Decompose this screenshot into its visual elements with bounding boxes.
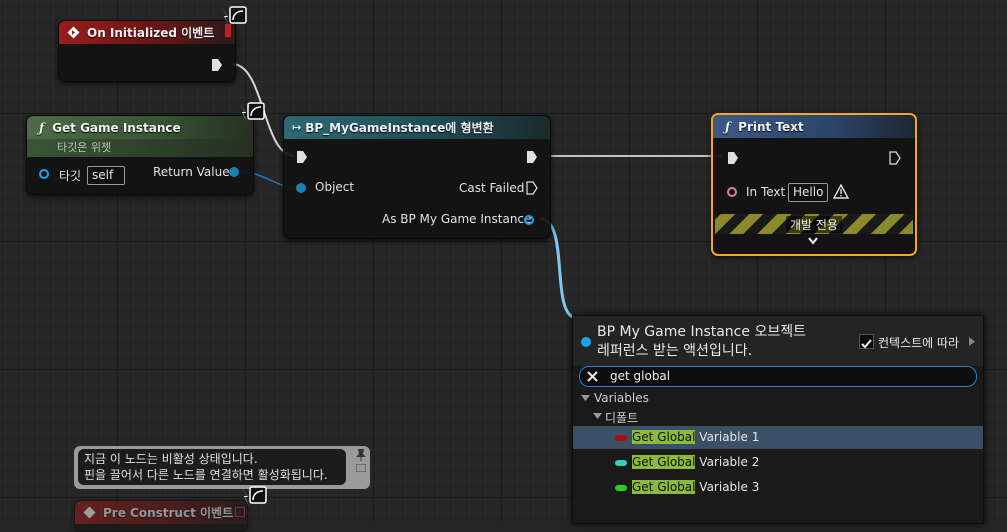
menu-title-line-2: 레퍼런스 받는 액션입니다. — [597, 343, 753, 359]
node-title: On Initialized 이벤트 — [87, 26, 215, 40]
in-text-field[interactable]: Hello — [788, 183, 828, 202]
arrow-right-icon[interactable] — [969, 337, 975, 346]
pre-construct-node[interactable]: Pre Construct 이벤트 — [74, 500, 248, 532]
cast-node[interactable]: ↦ BP_MyGameInstance에 형변환 Object Cast Fai… — [283, 115, 551, 239]
function-icon: ƒ — [725, 119, 731, 134]
comment-text: 지금 이 노드는 비활성 상태입니다. 핀을 끌어서 다른 노드를 연결하면 활… — [78, 449, 346, 485]
search-match-highlight: Get Global — [632, 430, 696, 444]
object-label: Object — [315, 180, 355, 194]
menu-title: BP My Game Instance 오브젝트 레퍼런스 받는 액션입니다. — [597, 323, 806, 361]
node-title: Get Game Instance — [52, 120, 181, 135]
target-label: 타깃 — [59, 169, 82, 183]
subcategory-label: 디폴트 — [605, 411, 639, 425]
exec-out-pin[interactable] — [211, 58, 223, 72]
expand-icon[interactable] — [356, 464, 366, 472]
get-game-instance-header[interactable]: ƒ Get Game Instance — [27, 116, 253, 139]
development-only-label: 개발 전용 — [786, 215, 842, 233]
cast-header[interactable]: ↦ BP_MyGameInstance에 형변환 — [284, 116, 550, 139]
search-box[interactable] — [579, 366, 977, 387]
context-sensitive-label[interactable]: 컨텍스트에 따라 — [878, 334, 959, 351]
return-value-label: Return Value — [153, 165, 230, 179]
menu-item-get-global-variable-2[interactable]: Get Global Variable 2 — [573, 451, 983, 474]
disabled-node-comment: 지금 이 노드는 비활성 상태입니다. 핀을 끌어서 다른 노드를 연결하면 활… — [74, 446, 370, 489]
variable-type-icon — [615, 460, 627, 466]
item-label: Variable 1 — [695, 430, 760, 444]
search-input[interactable] — [610, 368, 950, 384]
function-icon: ƒ — [39, 120, 45, 135]
exec-in-pin[interactable] — [296, 150, 308, 164]
client-server-icon — [220, 6, 248, 32]
clear-search-icon[interactable] — [586, 370, 599, 383]
exec-in-pin[interactable] — [727, 151, 739, 165]
node-subtitle: 타깃은 위젯 — [27, 139, 253, 157]
menu-item-get-global-variable-1[interactable]: Get Global Variable 1 — [573, 426, 983, 449]
print-text-node[interactable]: ƒ Print Text In Text Hello 개발 전용 — [711, 113, 917, 256]
node-title: Pre Construct 이벤트 — [103, 506, 234, 520]
as-label: As BP My Game Instance — [382, 212, 532, 226]
context-sensitive-checkbox[interactable] — [859, 334, 874, 349]
object-pin[interactable] — [296, 183, 306, 193]
pre-construct-header[interactable]: Pre Construct 이벤트 — [75, 501, 247, 524]
target-pin[interactable] — [39, 169, 49, 179]
target-self-field[interactable]: self — [87, 166, 125, 185]
on-initialized-header[interactable]: On Initialized 이벤트 — [59, 21, 235, 44]
print-text-header[interactable]: ƒ Print Text — [713, 115, 915, 138]
expanded-arrow-icon[interactable] — [581, 395, 590, 401]
action-context-menu[interactable]: BP My Game Instance 오브젝트 레퍼런스 받는 액션입니다. … — [572, 315, 984, 524]
item-label: Variable 2 — [695, 455, 760, 469]
client-server-icon — [238, 102, 266, 128]
checkmark-icon — [861, 339, 872, 349]
event-diamond-icon — [83, 506, 96, 522]
exec-out-pin[interactable] — [526, 150, 538, 164]
variable-type-icon — [615, 485, 627, 491]
node-title: Print Text — [738, 119, 804, 134]
cast-failed-exec-pin[interactable] — [526, 181, 538, 195]
get-game-instance-node[interactable]: ƒ Get Game Instance 타깃은 위젯 타깃 self Retur… — [26, 115, 254, 195]
object-reference-icon — [581, 337, 591, 347]
event-diamond-icon — [67, 26, 80, 42]
warning-icon — [833, 184, 849, 199]
client-server-icon — [240, 486, 268, 512]
cast-failed-label: Cast Failed — [459, 181, 525, 195]
comment-line-2: 핀을 끌어서 다른 노드를 연결하면 활성화됩니다. — [84, 468, 328, 482]
return-value-pin[interactable] — [229, 167, 239, 177]
search-match-highlight: Get Global — [632, 455, 696, 469]
menu-header: BP My Game Instance 오브젝트 레퍼런스 받는 액션입니다. … — [573, 316, 983, 366]
pin-icon[interactable] — [354, 448, 368, 462]
menu-title-line-1: BP My Game Instance 오브젝트 — [597, 324, 806, 340]
node-title: BP_MyGameInstance에 형변환 — [305, 121, 494, 135]
item-label: Variable 3 — [695, 480, 760, 494]
menu-item-get-global-variable-3[interactable]: Get Global Variable 3 — [573, 476, 983, 499]
expanded-arrow-icon[interactable] — [593, 413, 602, 419]
variable-type-icon — [615, 435, 627, 441]
comment-line-1: 지금 이 노드는 비활성 상태입니다. — [84, 452, 258, 466]
search-match-highlight: Get Global — [632, 480, 696, 494]
chevron-down-icon[interactable] — [808, 237, 818, 245]
in-text-pin[interactable] — [727, 187, 737, 197]
development-only-banner: 개발 전용 — [715, 214, 913, 234]
as-object-pin[interactable] — [524, 215, 534, 225]
in-text-label: In Text — [746, 185, 786, 199]
on-initialized-node[interactable]: On Initialized 이벤트 — [58, 20, 236, 82]
exec-out-pin[interactable] — [889, 151, 901, 165]
category-label: Variables — [594, 391, 649, 405]
cast-icon: ↦ — [292, 121, 302, 134]
